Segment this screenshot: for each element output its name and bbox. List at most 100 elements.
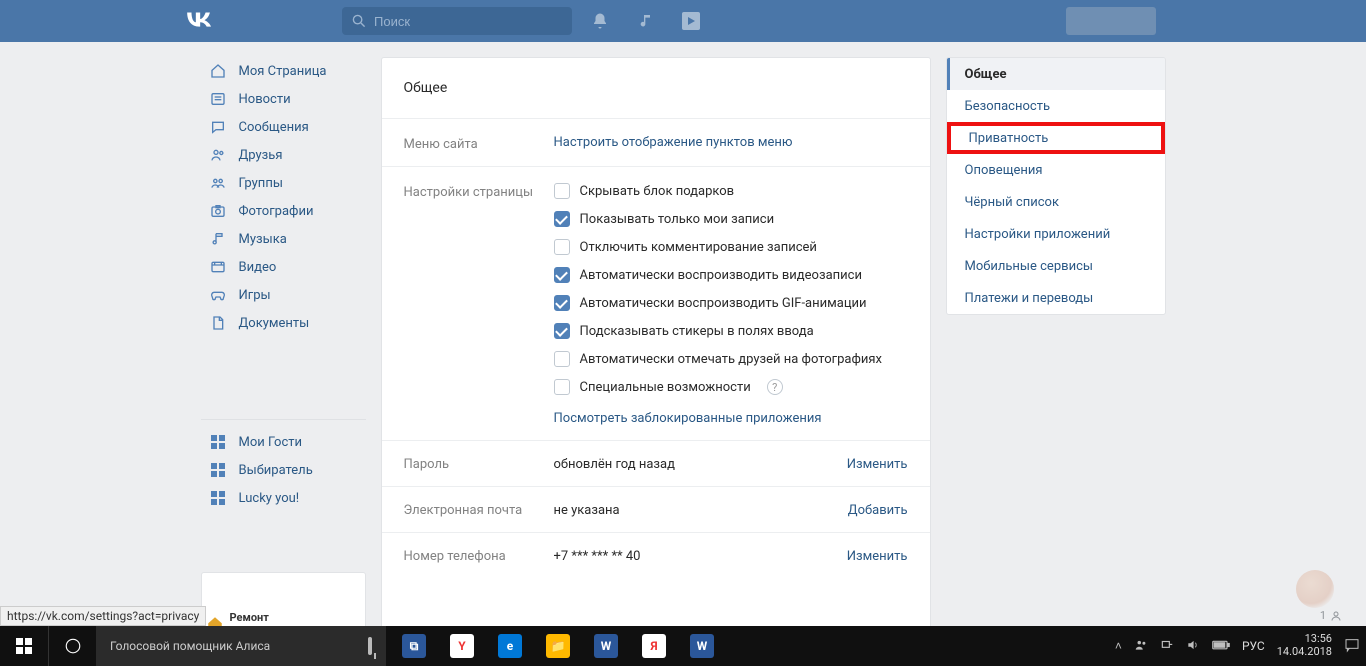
start-button[interactable] — [0, 626, 48, 666]
checkbox[interactable] — [554, 239, 570, 255]
configure-menu-link[interactable]: Настроить отображение пунктов меню — [554, 135, 793, 150]
nav-messages[interactable]: Сообщения — [201, 113, 366, 141]
info-row: Парольобновлён год назадИзменить — [404, 441, 908, 486]
menu-row: Меню сайта Настроить отображение пунктов… — [404, 119, 908, 166]
nav-label: Группы — [239, 176, 283, 191]
music-note-icon — [207, 228, 229, 250]
nav-documents[interactable]: Документы — [201, 309, 366, 337]
mic-icon[interactable] — [368, 639, 372, 653]
tray-chevron-icon[interactable]: ˄ — [1115, 639, 1122, 653]
profile-menu[interactable] — [1066, 7, 1156, 35]
tray-lang[interactable]: РУС — [1242, 639, 1265, 653]
settings-tab[interactable]: Чёрный список — [947, 186, 1165, 218]
checkbox-row[interactable]: Автоматически отмечать друзей на фотогра… — [554, 351, 908, 367]
nav-label: Музыка — [239, 232, 287, 247]
friends-icon — [207, 144, 229, 166]
app-grid-icon — [207, 431, 229, 453]
taskbar-app[interactable]: ⧉ — [390, 626, 438, 666]
assistant-label: Голосовой помощник Алиса — [110, 639, 270, 653]
search-box[interactable] — [342, 7, 572, 35]
nav-label: Моя Страница — [239, 64, 327, 79]
nav-video[interactable]: Видео — [201, 253, 366, 281]
page-settings-row: Настройки страницы Скрывать блок подарко… — [404, 167, 908, 440]
checkbox-row[interactable]: Подсказывать стикеры в полях ввода — [554, 323, 908, 339]
info-value: обновлён год назад — [554, 457, 847, 472]
search-icon — [352, 14, 366, 28]
checkbox[interactable] — [554, 295, 570, 311]
settings-tab[interactable]: Настройки приложений — [947, 218, 1165, 250]
checkbox-label: Автоматически отмечать друзей на фотогра… — [580, 352, 882, 367]
help-icon[interactable]: ? — [767, 379, 783, 395]
search-input[interactable] — [372, 13, 542, 30]
header-bar — [0, 0, 1366, 42]
voice-assistant-bar[interactable]: Голосовой помощник Алиса — [96, 626, 386, 666]
checkbox[interactable] — [554, 379, 570, 395]
tray-notifications-icon[interactable] — [1344, 637, 1360, 656]
photo-icon — [207, 200, 229, 222]
tray-battery-icon[interactable] — [1212, 639, 1230, 654]
taskbar-app[interactable]: W — [678, 626, 726, 666]
tray-volume-icon[interactable] — [1186, 638, 1200, 655]
checkbox-label: Подсказывать стикеры в полях ввода — [580, 324, 814, 339]
music-icon[interactable] — [636, 11, 656, 31]
tray-people-icon[interactable] — [1134, 638, 1148, 655]
nav-news[interactable]: Новости — [201, 85, 366, 113]
info-value: не указана — [554, 503, 848, 518]
nav-my-page[interactable]: Моя Страница — [201, 57, 366, 85]
nav-games[interactable]: Игры — [201, 281, 366, 309]
checkbox-row[interactable]: Отключить комментирование записей — [554, 239, 908, 255]
nav-label: Мои Гости — [239, 435, 303, 450]
nav-label: Друзья — [239, 148, 283, 163]
checkbox[interactable] — [554, 351, 570, 367]
chat-counter[interactable]: 1 — [1320, 609, 1342, 622]
nav-lucky[interactable]: Lucky you! — [201, 484, 366, 512]
settings-tabs: ОбщееБезопасностьПриватностьОповещенияЧё… — [946, 57, 1166, 315]
home-icon — [207, 60, 229, 82]
player-icon[interactable] — [682, 12, 700, 30]
nav-label: Новости — [239, 92, 291, 107]
settings-tab[interactable]: Приватность — [947, 122, 1165, 154]
nav-groups[interactable]: Группы — [201, 169, 366, 197]
checkbox[interactable] — [554, 211, 570, 227]
nav-label: Фотографии — [239, 204, 314, 219]
vk-logo-icon[interactable] — [185, 9, 217, 34]
blocked-apps-link[interactable]: Посмотреть заблокированные приложения — [554, 411, 822, 426]
notifications-icon[interactable] — [590, 11, 610, 31]
settings-tab[interactable]: Общее — [947, 58, 1165, 90]
settings-tab[interactable]: Оповещения — [947, 154, 1165, 186]
checkbox[interactable] — [554, 323, 570, 339]
settings-tab[interactable]: Безопасность — [947, 90, 1165, 122]
settings-tab[interactable]: Мобильные сервисы — [947, 250, 1165, 282]
checkbox-label: Скрывать блок подарков — [580, 184, 735, 199]
checkbox[interactable] — [554, 183, 570, 199]
nav-photos[interactable]: Фотографии — [201, 197, 366, 225]
news-icon — [207, 88, 229, 110]
chat-avatar[interactable] — [1296, 570, 1334, 608]
taskbar-app[interactable]: 📁 — [534, 626, 582, 666]
tray-network-icon[interactable] — [1160, 638, 1174, 655]
nav-music[interactable]: Музыка — [201, 225, 366, 253]
taskbar-app[interactable]: e — [486, 626, 534, 666]
info-action-link[interactable]: Изменить — [847, 549, 908, 564]
checkbox-row[interactable]: Автоматически воспроизводить GIF-анимаци… — [554, 295, 908, 311]
info-action-link[interactable]: Добавить — [848, 503, 908, 518]
nav-label: Видео — [239, 260, 277, 275]
checkbox-row[interactable]: Показывать только мои записи — [554, 211, 908, 227]
checkbox-row[interactable]: Специальные возможности? — [554, 379, 908, 395]
info-row: Номер телефона+7 *** *** ** 40Изменить — [404, 533, 908, 578]
tray-clock[interactable]: 13:5614.04.2018 — [1277, 633, 1332, 658]
nav-chooser[interactable]: Выбиратель — [201, 456, 366, 484]
checkbox-row[interactable]: Скрывать блок подарков — [554, 183, 908, 199]
checkbox[interactable] — [554, 267, 570, 283]
checkbox-row[interactable]: Автоматически воспроизводить видеозаписи — [554, 267, 908, 283]
info-action-link[interactable]: Изменить — [847, 457, 908, 472]
taskbar-app[interactable]: W — [582, 626, 630, 666]
cortana-icon[interactable] — [48, 626, 96, 666]
nav-friends[interactable]: Друзья — [201, 141, 366, 169]
nav-label: Сообщения — [239, 120, 309, 135]
settings-tab[interactable]: Платежи и переводы — [947, 282, 1165, 314]
taskbar-app[interactable]: Y — [438, 626, 486, 666]
person-icon — [1330, 610, 1342, 622]
nav-guests[interactable]: Мои Гости — [201, 428, 366, 456]
taskbar-app[interactable]: Я — [630, 626, 678, 666]
